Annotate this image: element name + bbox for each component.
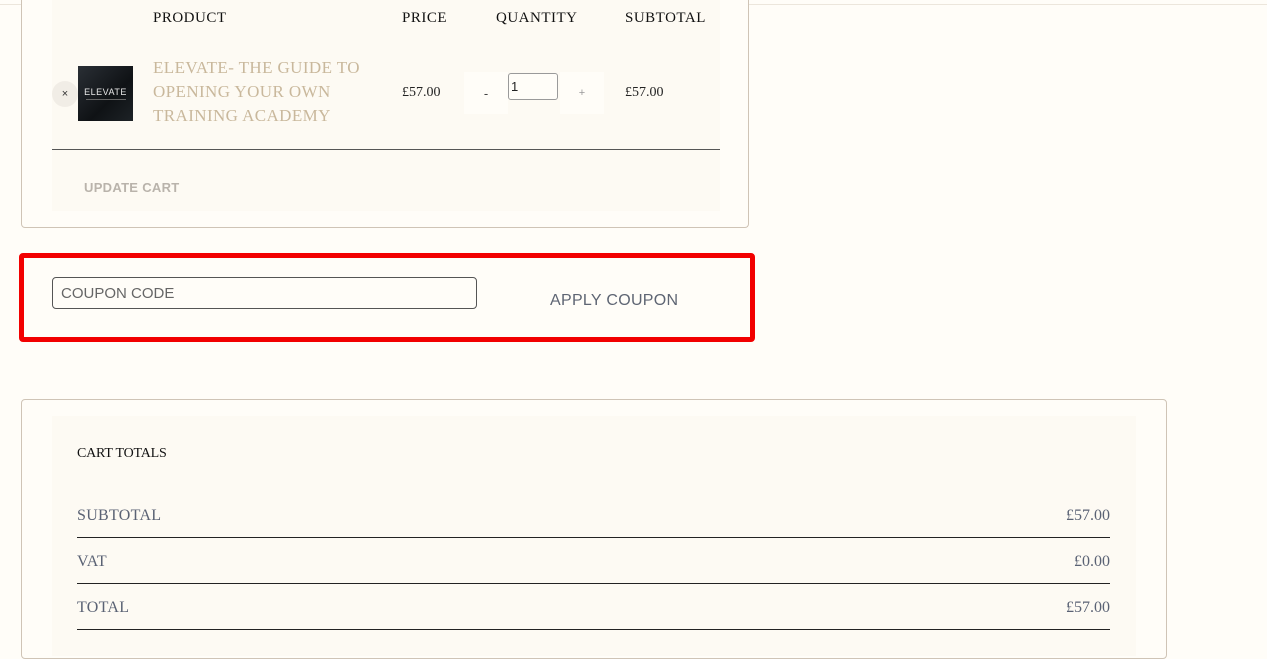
apply-coupon-button[interactable]: APPLY COUPON: [550, 292, 678, 310]
totals-value: £0.00: [1074, 553, 1110, 570]
totals-label: SUBTOTAL: [77, 507, 162, 524]
remove-item-button[interactable]: ×: [52, 81, 78, 107]
totals-label: VAT: [77, 553, 107, 570]
cart-totals-title: CART TOTALS: [77, 446, 167, 461]
product-thumbnail-text: ELEVATE: [84, 87, 127, 97]
coupon-code-input[interactable]: [52, 277, 477, 309]
cart-divider: [52, 149, 720, 150]
product-name-link[interactable]: ELEVATE- THE GUIDE TO OPENING YOUR OWN T…: [153, 56, 363, 128]
header-price: PRICE: [402, 10, 448, 26]
coupon-section: APPLY COUPON: [19, 253, 755, 342]
totals-label: TOTAL: [77, 599, 130, 616]
totals-row-vat: VAT £0.00: [77, 537, 1110, 584]
thumbnail-divider: [85, 99, 126, 100]
cart-table: PRODUCT PRICE QUANTITY SUBTOTAL × ELEVAT…: [21, 0, 749, 228]
totals-row-total: TOTAL £57.00: [77, 583, 1110, 630]
totals-row-subtotal: SUBTOTAL £57.00: [77, 491, 1110, 538]
cart-table-inner: PRODUCT PRICE QUANTITY SUBTOTAL × ELEVAT…: [52, 0, 720, 211]
item-subtotal: £57.00: [625, 85, 664, 100]
header-subtotal: SUBTOTAL: [625, 10, 706, 26]
item-price: £57.00: [402, 85, 441, 100]
cart-totals-inner: CART TOTALS SUBTOTAL £57.00 VAT £0.00 TO…: [52, 416, 1136, 656]
totals-value: £57.00: [1066, 507, 1110, 524]
header-product: PRODUCT: [153, 10, 227, 26]
cart-totals-panel: CART TOTALS SUBTOTAL £57.00 VAT £0.00 TO…: [21, 399, 1167, 659]
totals-value: £57.00: [1066, 599, 1110, 616]
product-thumbnail[interactable]: ELEVATE: [78, 66, 133, 121]
quantity-increase-button[interactable]: +: [560, 72, 604, 114]
update-cart-button[interactable]: UPDATE CART: [84, 180, 180, 195]
quantity-decrease-button[interactable]: -: [464, 72, 508, 114]
quantity-input[interactable]: [508, 73, 558, 100]
header-quantity: QUANTITY: [496, 10, 578, 26]
